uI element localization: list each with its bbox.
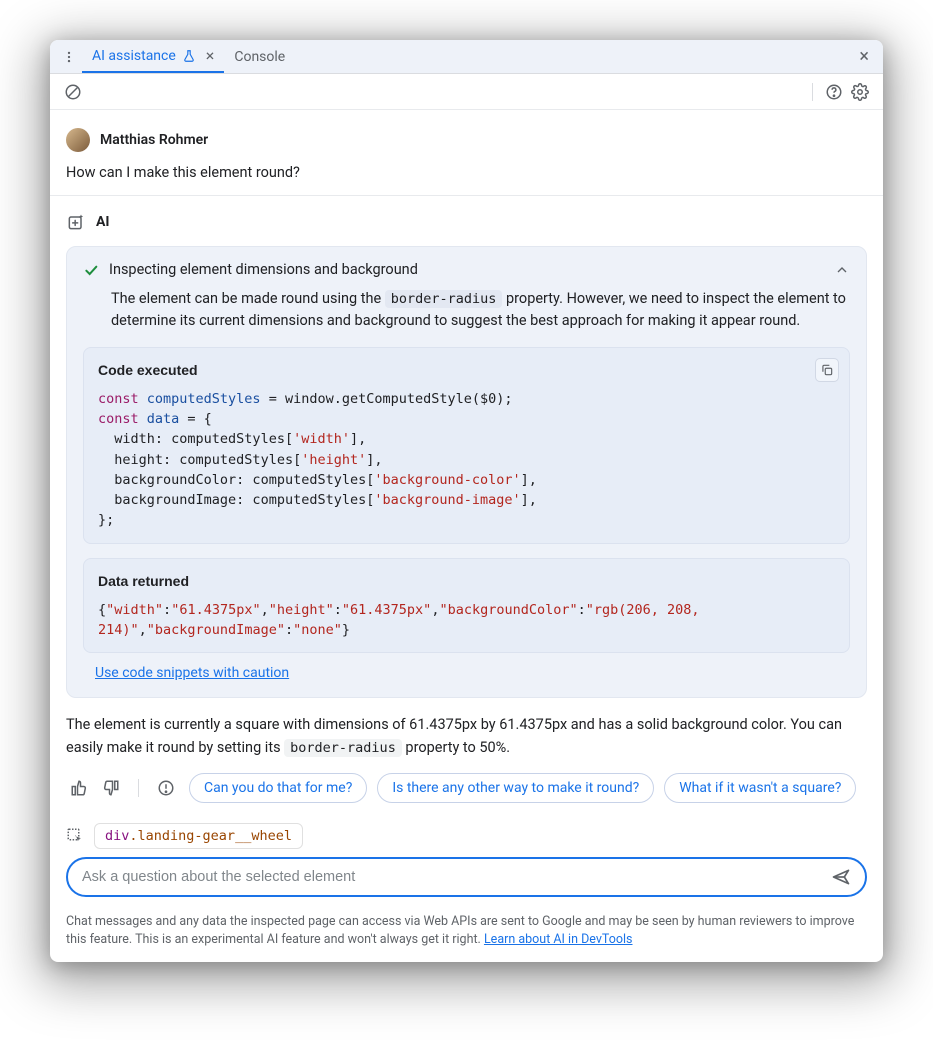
data-returned-box: Data returned {"width":"61.4375px","heig… — [83, 558, 850, 654]
inspection-title: Inspecting element dimensions and backgr… — [109, 261, 418, 278]
element-tag: div — [105, 828, 129, 844]
context-row: div.landing-gear__wheel — [50, 817, 883, 857]
caution-link[interactable]: Use code snippets with caution — [95, 665, 289, 681]
check-icon — [83, 262, 99, 278]
inspection-description: The element can be made round using the … — [111, 288, 850, 333]
tab-ai-assistance[interactable]: AI assistance × — [82, 40, 224, 73]
thumbs-up-icon — [70, 779, 88, 797]
code-box-title: Data returned — [98, 571, 835, 592]
toolbar — [50, 74, 883, 110]
disclaimer-text: Chat messages and any data the inspected… — [66, 914, 854, 947]
kebab-icon — [62, 50, 76, 64]
tab-console[interactable]: Console — [224, 40, 295, 73]
close-panel-button[interactable]: × — [851, 42, 877, 71]
thumbs-down-icon — [102, 779, 120, 797]
user-header: Matthias Rohmer — [66, 128, 867, 152]
suggestion-chip[interactable]: What if it wasn't a square? — [664, 773, 856, 803]
help-icon — [825, 83, 843, 101]
devtools-window: AI assistance × Console × Matthias R — [50, 40, 883, 962]
avatar — [66, 128, 90, 152]
send-icon — [831, 867, 851, 887]
more-menu-button[interactable] — [56, 46, 82, 68]
thumbs-up-button[interactable] — [66, 775, 92, 801]
alert-icon — [157, 779, 175, 797]
actions-row: Can you do that for me? Is there any oth… — [50, 759, 883, 817]
data-content: {"width":"61.4375px","height":"61.4375px… — [98, 600, 835, 641]
report-button[interactable] — [153, 775, 179, 801]
copy-icon — [820, 363, 834, 377]
input-row — [50, 857, 883, 903]
collapse-button[interactable] — [834, 262, 850, 278]
suggestion-chip[interactable]: Can you do that for me? — [189, 773, 367, 803]
help-button[interactable] — [821, 79, 847, 105]
learn-more-link[interactable]: Learn about AI in DevTools — [484, 932, 633, 947]
ai-summary: The element is currently a square with d… — [50, 714, 883, 759]
code-content: const computedStyles = window.getCompute… — [98, 389, 835, 531]
selected-element-chip[interactable]: div.landing-gear__wheel — [94, 823, 303, 849]
suggestion-chip[interactable]: Is there any other way to make it round? — [377, 773, 654, 803]
desc-text: The element can be made round using the — [111, 290, 385, 307]
chat-input[interactable] — [82, 869, 821, 885]
disclaimer: Chat messages and any data the inspected… — [50, 903, 883, 962]
feedback-buttons — [66, 775, 124, 801]
ai-message-block: AI Inspecting element dimensions and bac… — [50, 196, 883, 714]
select-element-button[interactable] — [66, 827, 84, 845]
tab-label: AI assistance — [92, 48, 176, 64]
settings-button[interactable] — [847, 79, 873, 105]
block-icon — [64, 83, 82, 101]
chevron-up-icon — [834, 262, 850, 278]
user-message-text: How can I make this element round? — [66, 164, 867, 181]
chat-input-container — [66, 857, 867, 897]
element-class: landing-gear__wheel — [138, 828, 292, 844]
inline-code: border-radius — [385, 290, 503, 308]
inspection-header[interactable]: Inspecting element dimensions and backgr… — [83, 261, 850, 278]
user-message-block: Matthias Rohmer How can I make this elem… — [50, 120, 883, 196]
thumbs-down-button[interactable] — [98, 775, 124, 801]
inspection-panel: Inspecting element dimensions and backgr… — [66, 246, 867, 698]
tab-bar: AI assistance × Console × — [50, 40, 883, 74]
tab-label: Console — [234, 49, 285, 65]
clear-button[interactable] — [60, 79, 86, 105]
send-button[interactable] — [831, 867, 851, 887]
experiment-icon — [182, 49, 196, 63]
ai-label: AI — [96, 214, 110, 230]
summary-text: property to 50%. — [402, 739, 510, 756]
code-box-title: Code executed — [98, 360, 835, 381]
chat-content: Matthias Rohmer How can I make this elem… — [50, 110, 883, 962]
element-dot: . — [129, 828, 137, 844]
gear-icon — [851, 83, 869, 101]
code-executed-box: Code executed const computedStyles = win… — [83, 347, 850, 544]
suggestion-chips: Can you do that for me? Is there any oth… — [189, 773, 867, 803]
sparkle-icon — [66, 212, 86, 232]
inspect-icon — [66, 827, 84, 845]
user-name: Matthias Rohmer — [100, 132, 208, 148]
close-tab-button[interactable]: × — [206, 46, 215, 65]
copy-code-button[interactable] — [815, 358, 839, 382]
inline-code: border-radius — [284, 739, 402, 757]
ai-header: AI — [66, 212, 867, 232]
caution-link-row: Use code snippets with caution — [95, 665, 850, 681]
